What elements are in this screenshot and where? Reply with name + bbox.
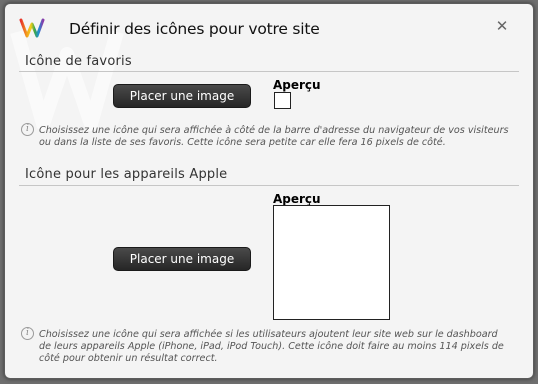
dialog-title: Définir des icônes pour votre site [69,20,320,38]
apple-section-title: Icône pour les appareils Apple [25,167,228,182]
favicon-upload-button[interactable]: Placer une image [113,84,251,108]
apple-preview-label: Aperçu [273,192,321,206]
favicon-preview-box [274,92,291,109]
favicon-section-divider [19,71,519,72]
set-site-icons-dialog: Définir des icônes pour votre site ✕ Icô… [4,3,534,379]
apple-preview-box [273,205,390,320]
w-logo-icon [19,18,45,38]
favicon-section-title: Icône de favoris [25,54,132,69]
apple-section-divider [19,185,519,186]
close-icon[interactable]: ✕ [494,18,510,34]
apple-info-text: Choisissez une icône qui sera affichée s… [39,329,504,364]
info-icon: i [21,123,34,136]
favicon-preview-label: Aperçu [273,78,321,92]
favicon-info-text: Choisissez une icône qui sera affichée à… [39,125,509,148]
info-icon: i [21,327,34,340]
apple-upload-button[interactable]: Placer une image [113,247,251,271]
